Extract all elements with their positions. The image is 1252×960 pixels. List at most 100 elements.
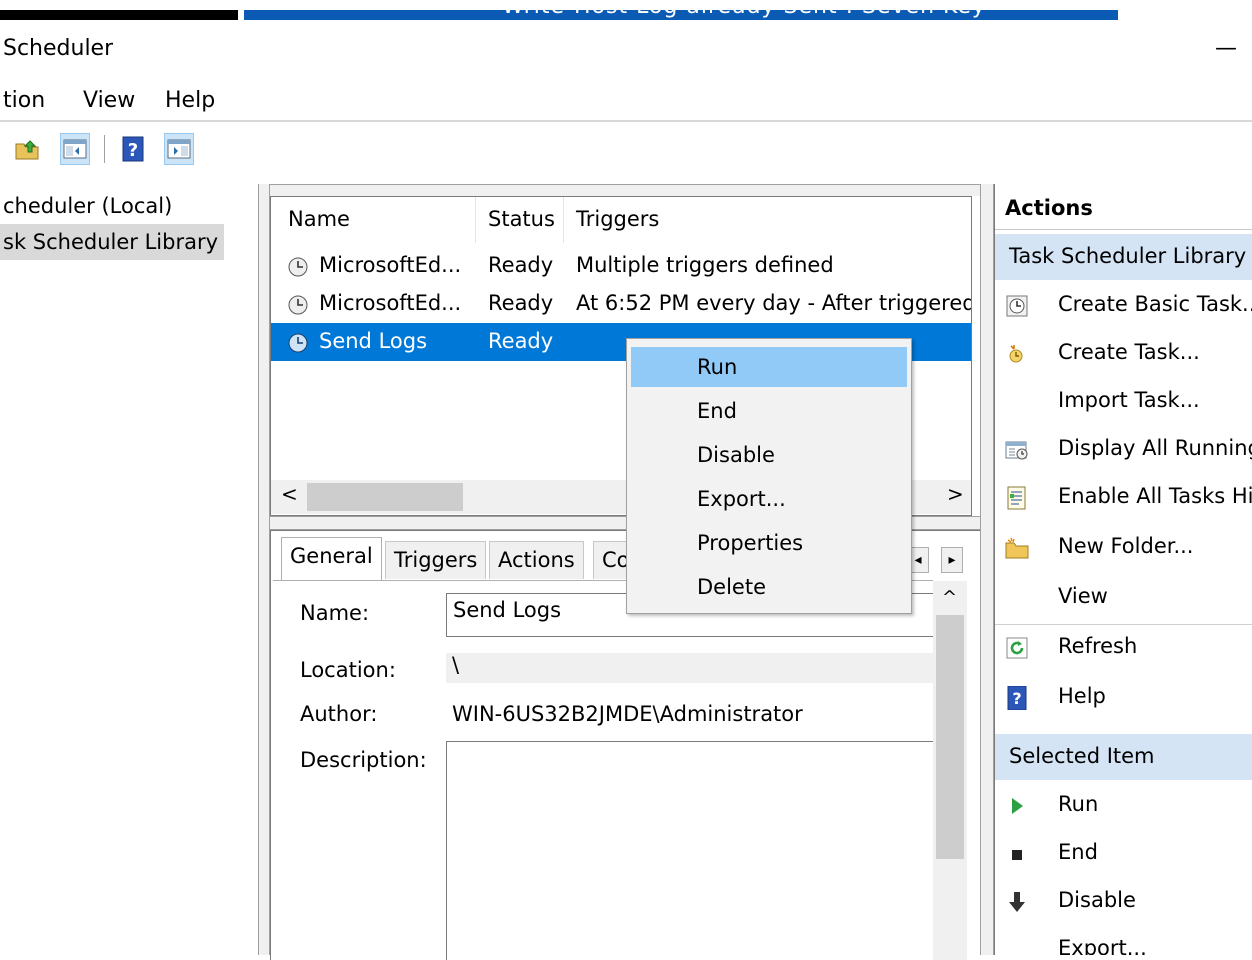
task-status: Ready (488, 291, 554, 315)
location-label: Location: (300, 658, 396, 682)
task-row[interactable]: MicrosoftEd... Ready Multiple triggers d… (271, 247, 971, 285)
action-export[interactable]: Export... (995, 926, 1252, 955)
tab-general[interactable]: General (281, 537, 382, 581)
task-name: MicrosoftEd... (319, 253, 462, 277)
action-end[interactable]: End (995, 830, 1252, 878)
action-label: Display All Running (1058, 436, 1252, 460)
background-window-strip: Write-Host Log already Sent : Seven Key (0, 0, 1252, 22)
toolbar-separator (104, 135, 105, 163)
column-separator[interactable] (563, 197, 564, 243)
help-button[interactable]: ? (118, 133, 148, 165)
menu-help[interactable]: Help (165, 88, 215, 113)
actions-splitter[interactable] (980, 184, 994, 955)
task-clock-icon (288, 295, 308, 315)
action-run[interactable]: Run (995, 782, 1252, 830)
action-label: End (1058, 840, 1098, 864)
action-label: Enable All Tasks Hi (1058, 484, 1252, 508)
minimize-button[interactable]: — (1210, 34, 1242, 64)
context-menu-disable[interactable]: Disable (631, 435, 907, 475)
action-label: Disable (1058, 888, 1136, 912)
actions-pane-title: Actions (995, 184, 1252, 230)
name-label: Name: (300, 601, 370, 625)
show-hide-console-tree-button[interactable] (60, 133, 90, 165)
enable-history-icon (1007, 486, 1026, 510)
task-row[interactable]: MicrosoftEd... Ready At 6:52 PM every da… (271, 285, 971, 323)
title-bar: Scheduler — (0, 28, 1252, 72)
context-menu-run[interactable]: Run (631, 347, 907, 387)
actions-group-task-scheduler-library[interactable]: Task Scheduler Library (995, 234, 1252, 280)
vertical-scroll-thumb[interactable] (936, 615, 964, 859)
menu-view[interactable]: View (83, 88, 135, 113)
action-new-folder[interactable]: New Folder... (995, 524, 1252, 572)
column-header-triggers[interactable]: Triggers (576, 207, 659, 231)
action-create-basic-task[interactable]: Create Basic Task... (995, 282, 1252, 330)
background-console-bar: Write-Host Log already Sent : Seven Key (244, 10, 1118, 20)
toolbar: ? (0, 125, 1252, 173)
task-clock-icon (288, 333, 308, 353)
horizontal-scroll-thumb[interactable] (307, 483, 463, 511)
column-separator[interactable] (475, 197, 476, 243)
details-vertical-scrollbar[interactable]: ^ (933, 581, 967, 960)
tree-splitter[interactable] (258, 184, 270, 955)
context-menu: Run End Disable Export... Properties Del… (626, 338, 912, 614)
task-name: Send Logs (319, 329, 428, 353)
context-menu-properties[interactable]: Properties (631, 523, 907, 563)
author-value: WIN-6US32B2JMDE\Administrator (452, 702, 803, 726)
action-label: View (1058, 584, 1108, 608)
menu-bar: tion View Help (0, 82, 1252, 122)
create-task-icon (1009, 345, 1023, 363)
context-menu-end[interactable]: End (631, 391, 907, 431)
location-value: \ (446, 653, 933, 683)
run-icon (1012, 798, 1023, 814)
task-status: Ready (488, 329, 554, 353)
scroll-left-arrow[interactable]: < (281, 482, 298, 506)
task-triggers: Multiple triggers defined (576, 253, 834, 277)
show-hide-console-tree-icon (63, 139, 87, 159)
action-display-all-running-tasks[interactable]: Display All Running (995, 426, 1252, 474)
action-create-task[interactable]: Create Task... (995, 330, 1252, 378)
new-folder-icon (1005, 537, 1029, 559)
display-running-tasks-icon (1005, 441, 1028, 460)
task-status: Ready (488, 253, 554, 277)
scroll-right-arrow[interactable]: > (947, 482, 964, 506)
action-label: Refresh (1058, 634, 1138, 658)
description-field[interactable] (446, 741, 934, 960)
tree-item-task-scheduler-library[interactable]: sk Scheduler Library (0, 224, 224, 260)
up-folder-icon (15, 140, 39, 160)
column-header-name[interactable]: Name (288, 207, 350, 231)
tab-actions[interactable]: Actions (489, 541, 584, 579)
disable-icon (1009, 892, 1025, 912)
menu-action[interactable]: tion (3, 88, 45, 113)
description-label: Description: (300, 748, 427, 772)
tree-item-task-scheduler-local[interactable]: cheduler (Local) (0, 188, 200, 224)
context-menu-delete[interactable]: Delete (631, 567, 907, 607)
action-enable-all-tasks-history[interactable]: Enable All Tasks Hi (995, 474, 1252, 522)
up-folder-button[interactable] (12, 133, 42, 165)
action-label: Import Task... (1058, 388, 1200, 412)
action-import-task[interactable]: Import Task... (995, 378, 1252, 426)
action-disable[interactable]: Disable (995, 878, 1252, 926)
task-name: MicrosoftEd... (319, 291, 462, 315)
task-clock-icon (288, 257, 308, 277)
background-console-text: Write-Host Log already Sent : Seven Key (502, 10, 986, 19)
svg-text:?: ? (1012, 689, 1021, 708)
action-help[interactable]: ? Help (995, 674, 1252, 722)
action-label: Help (1058, 684, 1106, 708)
console-tree: cheduler (Local) sk Scheduler Library (0, 184, 258, 955)
show-hide-action-pane-button[interactable] (164, 133, 194, 165)
tab-triggers[interactable]: Triggers (385, 541, 487, 579)
scroll-up-arrow[interactable]: ^ (942, 587, 957, 608)
action-label: Export... (1058, 936, 1147, 955)
refresh-icon (1006, 637, 1028, 659)
svg-text:?: ? (128, 140, 138, 161)
author-label: Author: (300, 702, 378, 726)
list-top-border (270, 184, 980, 196)
tab-scroll-right[interactable]: ▸ (941, 547, 963, 573)
action-label: New Folder... (1058, 534, 1194, 558)
context-menu-export[interactable]: Export... (631, 479, 907, 519)
column-header-status[interactable]: Status (488, 207, 555, 231)
actions-group-selected-item[interactable]: Selected Item (995, 734, 1252, 780)
actions-pane: Actions Task Scheduler Library Create Ba… (994, 184, 1252, 955)
action-refresh[interactable]: Refresh (995, 624, 1252, 672)
action-view[interactable]: View (995, 574, 1252, 622)
